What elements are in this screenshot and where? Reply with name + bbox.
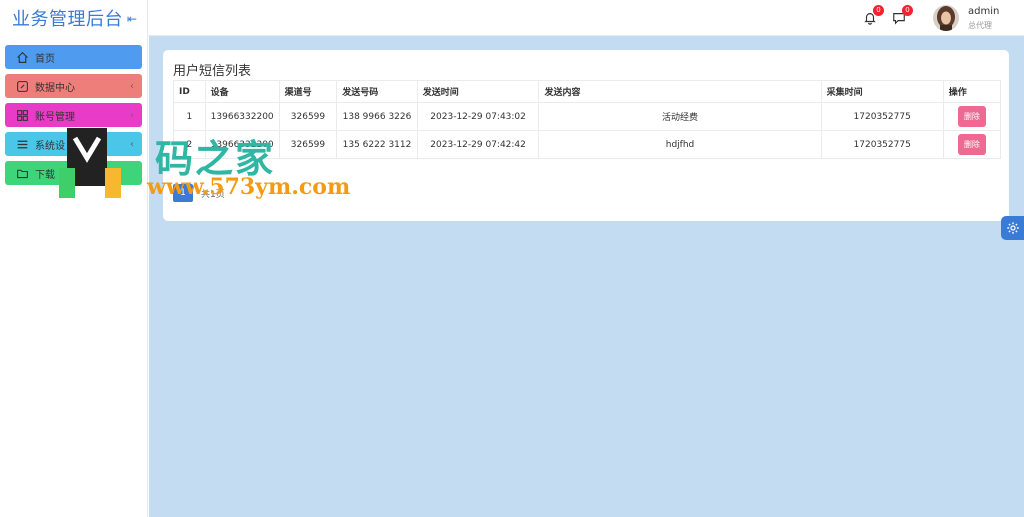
sidebar-item-label: 账号管理 [35, 111, 75, 123]
user-name[interactable]: admin [968, 6, 999, 17]
cell-action: 删除 [942, 102, 1002, 131]
cell-device: 13966332200 [204, 130, 280, 159]
column-header[interactable]: 设备 [204, 80, 280, 103]
pagination-total: 共1页 [201, 189, 225, 200]
folder-icon [15, 166, 29, 180]
grid-icon [15, 108, 29, 122]
chevron-left-icon: ‹ [130, 109, 134, 121]
sidebar-item-data-center[interactable]: 数据中心 ‹ [5, 74, 142, 98]
message-count-badge: 0 [902, 5, 913, 16]
sidebar-item-label: 下载 [35, 169, 55, 181]
delete-button[interactable]: 删除 [957, 134, 986, 155]
menu-icon [15, 137, 29, 151]
column-header[interactable]: 发送时间 [416, 80, 540, 103]
cell-content: 活动经费 [538, 102, 822, 131]
chevron-left-icon: ‹ [130, 80, 134, 92]
settings-gear-icon[interactable] [1001, 216, 1024, 240]
sidebar-item-label: 系统设 [35, 140, 65, 152]
table-row: 2 13966332200 326599 135 6222 3112 2023-… [173, 130, 1002, 159]
column-header[interactable]: 渠道号 [278, 80, 338, 103]
user-role: 总代理 [968, 21, 992, 30]
message-icon[interactable]: 0 [891, 5, 913, 26]
top-header: 0 0 admin 总代理 [148, 0, 1024, 36]
column-header[interactable]: 发送内容 [538, 80, 822, 103]
pagination-current-page[interactable]: 1 [173, 184, 193, 202]
avatar[interactable] [933, 5, 959, 31]
app-title: 业务管理后台 [12, 9, 123, 30]
table-row: 1 13966332200 326599 138 9966 3226 2023-… [173, 102, 1002, 131]
notification-bell-icon[interactable]: 0 [862, 5, 884, 26]
cell-content: hdjfhd [538, 130, 822, 159]
collapse-sidebar-icon[interactable]: ⇤ [127, 12, 137, 26]
sidebar: 业务管理后台 ⇤ 首页 数据中心 ‹ 账号管理 ‹ 系统设 ‹ 下载 [0, 0, 148, 517]
cell-phone: 135 6222 3112 [336, 130, 418, 159]
cell-channel: 326599 [278, 130, 338, 159]
main-content: 用户短信列表 ID 设备 渠道号 发送号码 发送时间 发送内容 采集时间 操作 [149, 36, 1024, 517]
column-header: 操作 [942, 80, 1002, 103]
sidebar-item-account[interactable]: 账号管理 ‹ [5, 103, 142, 127]
edit-icon [15, 79, 29, 93]
notification-count-badge: 0 [873, 5, 884, 16]
cell-id: 2 [173, 130, 206, 159]
sms-table: ID 设备 渠道号 发送号码 发送时间 发送内容 采集时间 操作 1 13966… [173, 80, 1002, 159]
cell-collect-time: 1720352775 [820, 130, 944, 159]
cell-action: 删除 [942, 130, 1002, 159]
pagination: 1 共1页 [173, 184, 225, 202]
table-header-row: ID 设备 渠道号 发送号码 发送时间 发送内容 采集时间 操作 [173, 80, 1002, 103]
cell-send-time: 2023-12-29 07:42:42 [416, 130, 540, 159]
column-header[interactable]: 发送号码 [336, 80, 418, 103]
sidebar-item-download[interactable]: 下载 [5, 161, 142, 185]
sidebar-item-label: 数据中心 [35, 82, 75, 94]
cell-phone: 138 9966 3226 [336, 102, 418, 131]
sidebar-menu: 首页 数据中心 ‹ 账号管理 ‹ 系统设 ‹ 下载 [0, 45, 147, 185]
sidebar-item-system[interactable]: 系统设 ‹ [5, 132, 142, 156]
sidebar-item-label: 首页 [35, 53, 55, 65]
home-icon [15, 50, 29, 64]
cell-send-time: 2023-12-29 07:43:02 [416, 102, 540, 131]
cell-id: 1 [173, 102, 206, 131]
cell-device: 13966332200 [204, 102, 280, 131]
chevron-left-icon: ‹ [130, 138, 134, 150]
sidebar-item-home[interactable]: 首页 [5, 45, 142, 69]
brand: 业务管理后台 ⇤ [0, 0, 147, 36]
cell-collect-time: 1720352775 [820, 102, 944, 131]
column-header[interactable]: 采集时间 [820, 80, 944, 103]
sms-list-card: 用户短信列表 ID 设备 渠道号 发送号码 发送时间 发送内容 采集时间 操作 [163, 50, 1009, 221]
delete-button[interactable]: 删除 [957, 106, 986, 127]
column-header[interactable]: ID [173, 80, 206, 103]
cell-channel: 326599 [278, 102, 338, 131]
page-title: 用户短信列表 [173, 64, 252, 79]
